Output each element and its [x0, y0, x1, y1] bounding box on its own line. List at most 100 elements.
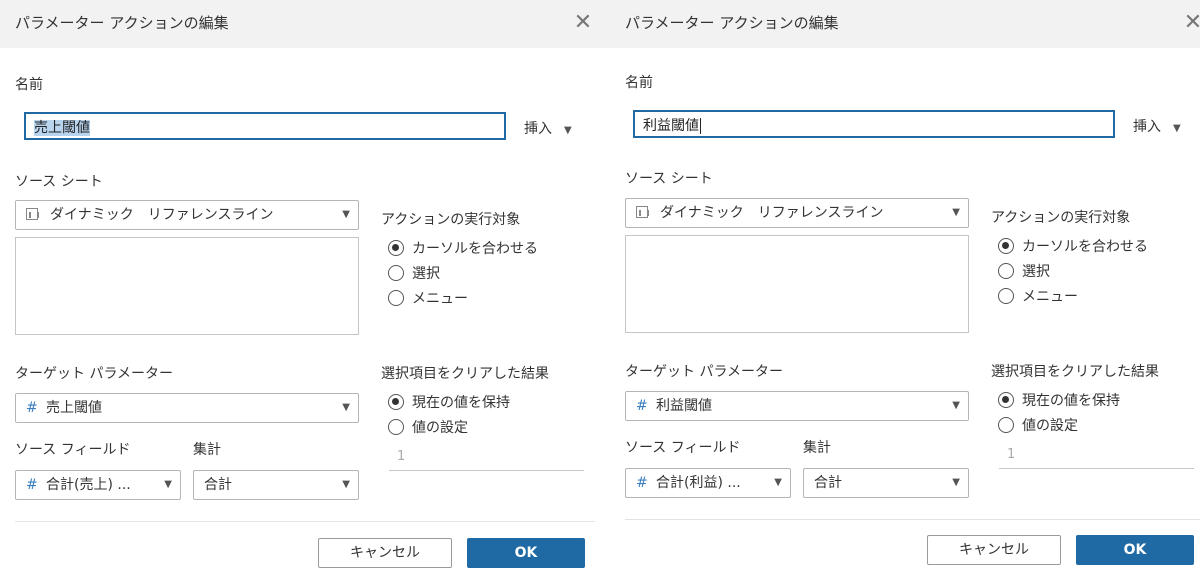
- dialog-title: パラメーター アクションの編集: [625, 14, 839, 32]
- close-icon[interactable]: ✕: [1178, 8, 1200, 38]
- run-on-hover-label: カーソルを合わせる: [1022, 239, 1148, 255]
- run-on-select-radio[interactable]: 選択: [388, 263, 440, 283]
- keep-value-radio[interactable]: 現在の値を保持: [388, 392, 510, 412]
- source-sheet-label: ソース シート: [625, 171, 713, 187]
- radio-icon: [998, 417, 1014, 433]
- chevron-down-icon: ▼: [952, 477, 960, 488]
- clear-result-label: 選択項目をクリアした結果: [381, 366, 549, 382]
- source-sheet-list[interactable]: [15, 237, 359, 335]
- run-on-select-label: 選択: [412, 266, 440, 282]
- set-value-label: 値の設定: [1022, 418, 1078, 434]
- target-parameter-dropdown[interactable]: # 売上閾値 ▼: [15, 393, 359, 423]
- hash-icon: #: [636, 398, 648, 414]
- sheet-icon: [636, 206, 649, 218]
- keep-value-label: 現在の値を保持: [412, 395, 510, 411]
- radio-selected-icon: [388, 240, 404, 256]
- insert-label: 挿入: [1133, 119, 1161, 135]
- target-parameter-label: ターゲット パラメーター: [625, 364, 784, 380]
- radio-selected-icon: [388, 394, 404, 410]
- chevron-down-icon: ▼: [342, 402, 350, 413]
- name-input-value: 利益閾値: [643, 118, 699, 134]
- target-parameter-label: ターゲット パラメーター: [15, 366, 174, 382]
- radio-icon: [998, 263, 1014, 279]
- source-field-dropdown[interactable]: # 合計(売上) ... ▼: [15, 470, 181, 500]
- sheet-icon: [26, 208, 39, 220]
- name-input-value: 売上閾値: [34, 120, 90, 136]
- radio-icon: [998, 288, 1014, 304]
- ok-button[interactable]: OK: [467, 538, 585, 568]
- run-on-label: アクションの実行対象: [991, 210, 1131, 226]
- radio-icon: [388, 419, 404, 435]
- set-value-radio[interactable]: 値の設定: [388, 417, 468, 437]
- source-sheet-dropdown[interactable]: ダイナミック リファレンスライン ▼: [625, 198, 969, 228]
- run-on-select-radio[interactable]: 選択: [998, 261, 1050, 281]
- run-on-label: アクションの実行対象: [381, 212, 521, 228]
- name-input[interactable]: 売上閾値: [24, 112, 506, 140]
- ok-button[interactable]: OK: [1076, 535, 1194, 565]
- insert-button[interactable]: 挿入 ▼: [1133, 116, 1181, 136]
- dialog-titlebar: パラメーター アクションの編集 ✕: [0, 0, 608, 48]
- target-parameter-value: 利益閾値: [656, 398, 712, 414]
- name-label: 名前: [15, 77, 43, 93]
- close-icon[interactable]: ✕: [568, 8, 598, 38]
- divider: [15, 521, 595, 522]
- chevron-down-icon: ▼: [164, 479, 172, 490]
- insert-label: 挿入: [524, 121, 552, 137]
- keep-value-radio[interactable]: 現在の値を保持: [998, 390, 1120, 410]
- set-value-field[interactable]: 1: [389, 443, 584, 471]
- source-field-label: ソース フィールド: [15, 442, 131, 458]
- hash-icon: #: [26, 400, 38, 416]
- chevron-down-icon: ▼: [342, 479, 350, 490]
- source-sheet-value: ダイナミック リファレンスライン: [50, 207, 274, 223]
- radio-icon: [388, 265, 404, 281]
- chevron-down-icon: ▼: [1173, 123, 1181, 134]
- parameter-action-dialog: パラメーター アクションの編集 ✕ 名前 利益閾値 挿入 ▼ ソース シート ダイ…: [608, 0, 1200, 582]
- radio-selected-icon: [998, 238, 1014, 254]
- cancel-button[interactable]: キャンセル: [927, 535, 1061, 565]
- source-field-value: 合計(利益) ...: [656, 475, 741, 491]
- chevron-down-icon: ▼: [952, 400, 960, 411]
- source-field-label: ソース フィールド: [625, 440, 741, 456]
- insert-button[interactable]: 挿入 ▼: [524, 118, 572, 138]
- run-on-menu-label: メニュー: [412, 291, 468, 307]
- dialog-titlebar: パラメーター アクションの編集 ✕: [608, 0, 1200, 48]
- aggregation-dropdown[interactable]: 合計 ▼: [193, 470, 359, 500]
- aggregation-label: 集計: [803, 440, 831, 456]
- name-input[interactable]: 利益閾値: [633, 110, 1115, 138]
- source-sheet-dropdown[interactable]: ダイナミック リファレンスライン ▼: [15, 200, 359, 230]
- source-sheet-label: ソース シート: [15, 174, 103, 190]
- hash-icon: #: [26, 477, 38, 493]
- source-sheet-list[interactable]: [625, 235, 969, 333]
- run-on-hover-label: カーソルを合わせる: [412, 241, 538, 257]
- run-on-menu-radio[interactable]: メニュー: [998, 286, 1078, 306]
- aggregation-value: 合計: [204, 477, 232, 493]
- run-on-hover-radio[interactable]: カーソルを合わせる: [998, 236, 1148, 256]
- aggregation-dropdown[interactable]: 合計 ▼: [803, 468, 969, 498]
- chevron-down-icon: ▼: [952, 207, 960, 218]
- set-value-label: 値の設定: [412, 420, 468, 436]
- chevron-down-icon: ▼: [342, 209, 350, 220]
- hash-icon: #: [636, 475, 648, 491]
- run-on-select-label: 選択: [1022, 264, 1050, 280]
- run-on-menu-radio[interactable]: メニュー: [388, 288, 468, 308]
- parameter-action-dialog: パラメーター アクションの編集 ✕ 名前 売上閾値 挿入 ▼ ソース シート ダイ…: [0, 0, 608, 582]
- dialog-title: パラメーター アクションの編集: [15, 14, 229, 32]
- target-parameter-dropdown[interactable]: # 利益閾値 ▼: [625, 391, 969, 421]
- radio-icon: [388, 290, 404, 306]
- target-parameter-value: 売上閾値: [46, 400, 102, 416]
- clear-result-label: 選択項目をクリアした結果: [991, 364, 1159, 380]
- set-value-field[interactable]: 1: [999, 441, 1194, 469]
- radio-selected-icon: [998, 392, 1014, 408]
- set-value-radio[interactable]: 値の設定: [998, 415, 1078, 435]
- run-on-hover-radio[interactable]: カーソルを合わせる: [388, 238, 538, 258]
- text-cursor: [700, 118, 701, 134]
- keep-value-label: 現在の値を保持: [1022, 393, 1120, 409]
- source-field-value: 合計(売上) ...: [46, 477, 131, 493]
- source-field-dropdown[interactable]: # 合計(利益) ... ▼: [625, 468, 791, 498]
- source-sheet-value: ダイナミック リファレンスライン: [660, 205, 884, 221]
- chevron-down-icon: ▼: [774, 477, 782, 488]
- name-label: 名前: [625, 75, 653, 91]
- aggregation-label: 集計: [193, 442, 221, 458]
- aggregation-value: 合計: [814, 475, 842, 491]
- cancel-button[interactable]: キャンセル: [318, 538, 452, 568]
